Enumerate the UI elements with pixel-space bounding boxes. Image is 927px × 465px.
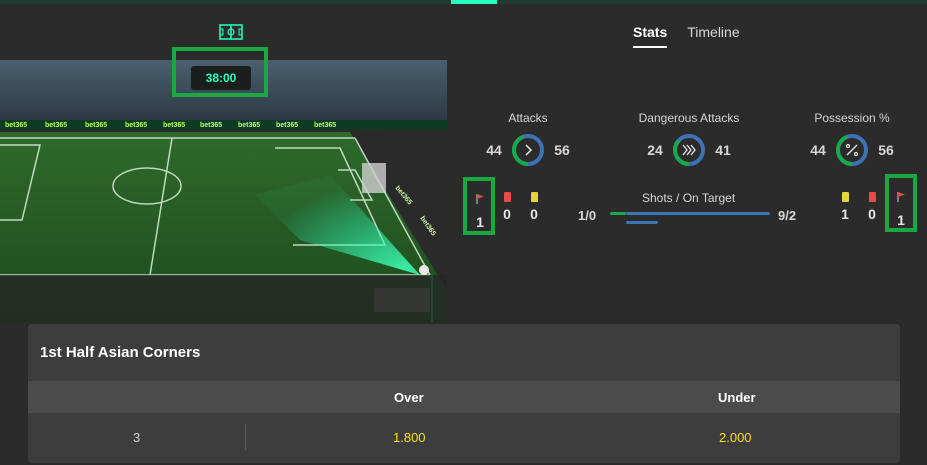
under-header: Under [718, 390, 756, 405]
possession-stat: Possession % 44 56 [802, 111, 902, 167]
triple-chevron-icon [682, 144, 696, 156]
handicap-line: 3 [133, 430, 141, 445]
svg-text:bet365: bet365 [125, 122, 147, 129]
shots-title: Shots / On Target [642, 191, 736, 205]
attacks-away: 56 [554, 142, 570, 158]
over-odds-button[interactable]: 1.800 [393, 430, 426, 445]
possession-away: 56 [878, 142, 894, 158]
pitch-icon[interactable] [219, 24, 243, 40]
dangerous-attacks-title: Dangerous Attacks [638, 111, 740, 125]
svg-text:bet365: bet365 [314, 122, 336, 129]
shots-home-bar [610, 212, 626, 215]
shots-away-bar [626, 212, 770, 215]
away-yellow-cards: 1 [837, 192, 853, 222]
pitch-graphic: bet365 bet365 bet365 bet365 bet365 bet365 be… [0, 60, 447, 322]
away-red-cards-value: 0 [868, 206, 876, 222]
on-target-away-bar [626, 221, 658, 224]
attacks-title: Attacks [508, 111, 548, 125]
attacks-ring [512, 134, 544, 166]
possession-ring [836, 134, 868, 166]
active-view-indicator [451, 0, 497, 4]
possession-home: 44 [810, 142, 826, 158]
red-card-icon [868, 192, 876, 202]
svg-text:bet365: bet365 [85, 122, 107, 129]
home-red-cards-value: 0 [503, 206, 511, 222]
row-divider [245, 424, 246, 450]
possession-title: Possession % [814, 111, 890, 125]
red-card-icon [503, 192, 511, 202]
home-corners: 1 [472, 192, 488, 230]
ad-boards: bet365 bet365 bet365 bet365 bet365 bet365 be… [5, 122, 336, 129]
dangerous-attacks-stat: Dangerous Attacks 24 41 [634, 111, 744, 167]
away-corners: 1 [893, 190, 909, 228]
svg-text:bet365: bet365 [200, 122, 222, 129]
stats-tabs: Stats Timeline [633, 24, 740, 48]
shots-home: 1/0 [578, 208, 597, 223]
away-red-cards: 0 [864, 192, 880, 222]
shots-away: 9/2 [778, 208, 797, 223]
percent-icon [845, 143, 859, 157]
away-corners-value: 1 [897, 212, 905, 228]
match-clock: 38:00 [191, 66, 251, 90]
dangerous-attacks-ring [673, 134, 705, 166]
attacks-home: 44 [486, 142, 502, 158]
yellow-card-icon [841, 192, 849, 202]
svg-text:bet365: bet365 [163, 122, 185, 129]
attacks-stat: Attacks 44 56 [478, 111, 578, 167]
market-title[interactable]: 1st Half Asian Corners [40, 344, 200, 361]
over-header: Over [394, 390, 424, 405]
away-yellow-cards-value: 1 [841, 206, 849, 222]
chevron-right-icon [525, 144, 533, 156]
svg-text:bet365: bet365 [276, 122, 298, 129]
market-panel: 1st Half Asian Corners Over Under 3 1.80… [28, 324, 900, 463]
pitch-panel: bet365 bet365 bet365 bet365 bet365 bet365 be… [0, 4, 447, 322]
svg-text:bet365: bet365 [238, 122, 260, 129]
home-yellow-cards-value: 0 [530, 206, 538, 222]
yellow-card-icon [530, 192, 538, 202]
home-red-cards: 0 [499, 192, 515, 222]
market-header: Over Under [28, 381, 900, 413]
svg-text:bet365: bet365 [45, 122, 67, 129]
home-corners-value: 1 [476, 214, 484, 230]
home-yellow-cards: 0 [526, 192, 542, 222]
corner-flag-icon [476, 194, 484, 204]
under-odds-button[interactable]: 2.000 [719, 430, 752, 445]
tab-stats[interactable]: Stats [633, 24, 668, 48]
dangerous-attacks-home: 24 [647, 142, 663, 158]
dangerous-attacks-away: 41 [715, 142, 731, 158]
corner-flag-icon [897, 192, 905, 202]
svg-text:bet365: bet365 [5, 122, 27, 129]
shots-bars [610, 212, 770, 224]
tab-timeline[interactable]: Timeline [687, 24, 739, 48]
